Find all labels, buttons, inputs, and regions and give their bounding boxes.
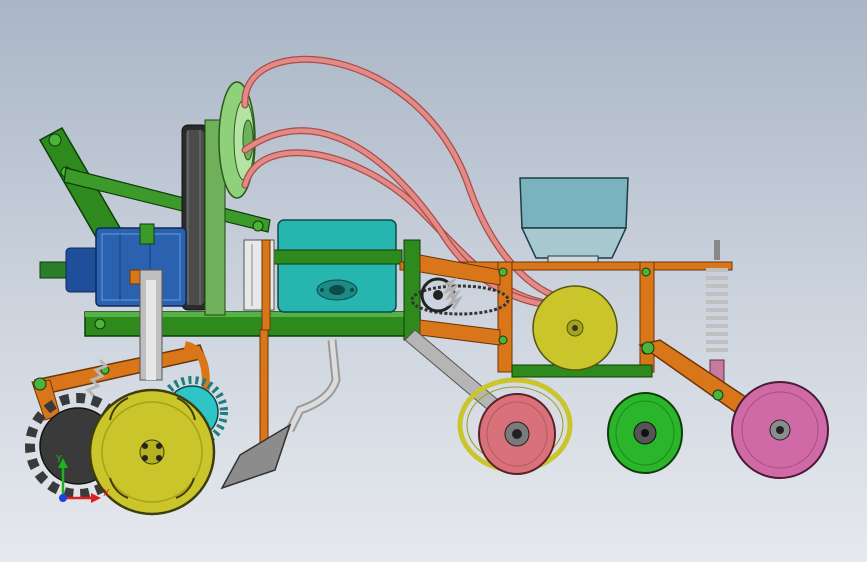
seed-hopper — [519, 177, 629, 265]
cad-viewport[interactable]: Y X — [0, 0, 867, 562]
press-wheel — [731, 381, 829, 479]
planter-assembly-drawing[interactable]: Y X — [0, 0, 867, 562]
z-axis-icon — [59, 494, 67, 502]
main-frame-beam — [84, 311, 421, 337]
covering-wheel-pink — [478, 393, 556, 475]
covering-wheel-green — [607, 392, 683, 474]
gearbox — [39, 223, 187, 307]
x-axis-label: X — [103, 488, 110, 499]
furrow-opener — [220, 329, 341, 490]
metering-disc — [532, 285, 618, 371]
y-axis-label: Y — [55, 454, 63, 465]
